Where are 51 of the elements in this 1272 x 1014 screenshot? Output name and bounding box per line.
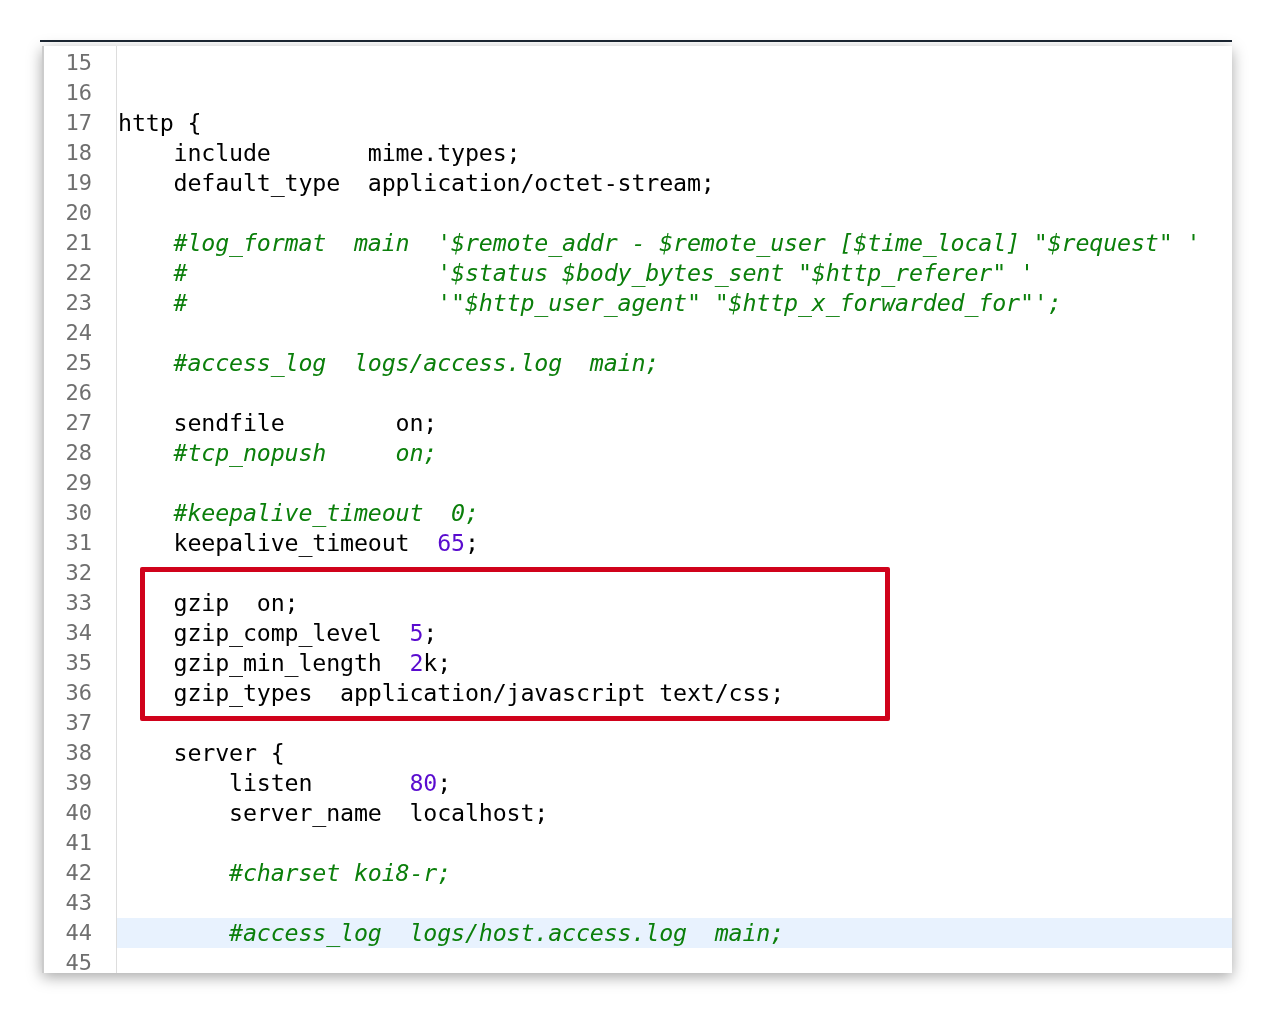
- code-line: #tcp_nopush on;: [172, 439, 438, 466]
- line-number: 29: [65, 470, 92, 495]
- line-number: 37: [65, 710, 92, 735]
- line-number: 25: [65, 350, 92, 375]
- code-line: gzip_min_length 2k;: [172, 649, 452, 676]
- line-number: 15: [65, 50, 92, 75]
- line-number: 20: [65, 200, 92, 225]
- line-number: 23: [65, 290, 92, 315]
- line-number: 28: [65, 440, 92, 465]
- line-number: 44: [65, 920, 92, 945]
- line-number: 26: [65, 380, 92, 405]
- line-number: 31: [65, 530, 92, 555]
- line-number: 45: [65, 950, 92, 973]
- line-number: 43: [65, 890, 92, 915]
- line-number: 41: [65, 830, 92, 855]
- code-line: include mime.types;: [172, 139, 521, 166]
- code-line: gzip_comp_level 5;: [172, 619, 438, 646]
- code-line: # '"$http_user_agent" "$http_x_forwarded_for"';: [172, 289, 1062, 316]
- line-number: 22: [65, 260, 92, 285]
- line-number: 24: [65, 320, 92, 345]
- code-line: http {: [118, 109, 202, 136]
- line-number: 27: [65, 410, 92, 435]
- line-number: 34: [65, 620, 92, 645]
- code-line: default_type application/octet-stream;: [172, 169, 715, 196]
- line-number: 33: [65, 590, 92, 615]
- code-line: #log_format main '$remote_addr - $remote_user [$time_local] "$request" ': [172, 229, 1201, 256]
- line-number: 16: [65, 80, 92, 105]
- line-number: 18: [65, 140, 92, 165]
- line-number: 42: [65, 860, 92, 885]
- code-line: #access_log logs/host.access.log main;: [228, 919, 785, 946]
- code-line: keepalive_timeout 65;: [172, 529, 479, 556]
- code-line: # '$status $body_bytes_sent "$http_referer" ': [172, 259, 1034, 286]
- line-number: 32: [65, 560, 92, 585]
- code-line: server_name localhost;: [228, 799, 549, 826]
- line-number: 17: [65, 110, 92, 135]
- line-number: 19: [65, 170, 92, 195]
- code-line: #charset koi8-r;: [228, 859, 452, 886]
- line-number: 21: [65, 230, 92, 255]
- line-number: 36: [65, 680, 92, 705]
- line-number: 38: [65, 740, 92, 765]
- line-number: 35: [65, 650, 92, 675]
- code-line: gzip_types application/javascript text/css;: [172, 679, 785, 706]
- code-line: #access_log logs/access.log main;: [172, 349, 660, 376]
- code-line: server {: [172, 739, 285, 766]
- code-line: listen 80;: [228, 769, 452, 796]
- line-number: 30: [65, 500, 92, 525]
- code-line: #keepalive_timeout 0;: [172, 499, 479, 526]
- line-number: 39: [65, 770, 92, 795]
- line-number: 40: [65, 800, 92, 825]
- code-line: gzip on;: [172, 589, 299, 616]
- code-line: sendfile on;: [172, 409, 438, 436]
